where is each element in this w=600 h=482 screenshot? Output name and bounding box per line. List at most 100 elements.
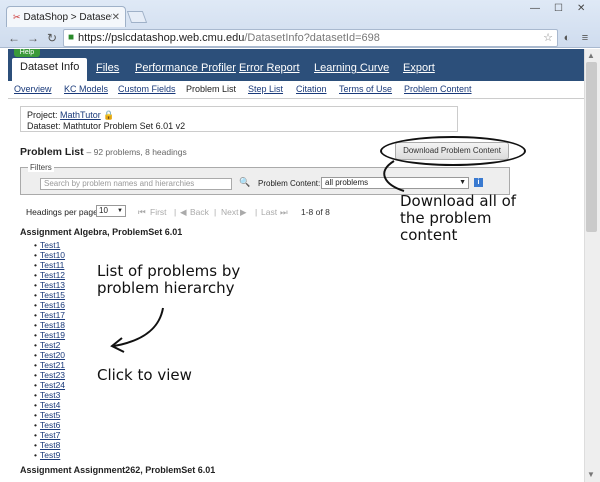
- back-icon[interactable]: ←: [6, 31, 22, 45]
- back-page-icon[interactable]: ◀: [180, 207, 187, 218]
- browser-chrome: ✂ DataShop > Dataset Info ✕ — ☐ ✕ ← → ↻ …: [0, 0, 600, 48]
- bookmark-star-icon[interactable]: ☆: [543, 31, 553, 44]
- tab-learning-curve[interactable]: Learning Curve: [314, 62, 389, 81]
- extension-icon[interactable]: ◐: [558, 32, 576, 44]
- maximize-icon[interactable]: ☐: [554, 3, 563, 14]
- problem-link[interactable]: Test2: [40, 340, 60, 350]
- subtab-problem-content[interactable]: Problem Content: [404, 84, 472, 94]
- subtab-citation[interactable]: Citation: [296, 84, 327, 94]
- list-item: Test9: [34, 450, 65, 460]
- list-item: Test18: [34, 320, 65, 330]
- tab-title: DataShop > Dataset Info: [23, 11, 112, 23]
- first-page-link[interactable]: First: [150, 207, 167, 217]
- list-item: Test1: [34, 240, 65, 250]
- dataset-name: Mathtutor Problem Set 6.01 v2: [63, 121, 186, 131]
- first-page-icon[interactable]: ⏮: [138, 207, 146, 218]
- headings-per-page-value: 10: [99, 206, 108, 215]
- tab-export[interactable]: Export: [403, 62, 435, 81]
- back-page-link[interactable]: Back: [190, 207, 209, 217]
- problem-link[interactable]: Test10: [40, 250, 65, 260]
- scrollbar-thumb[interactable]: [586, 62, 597, 232]
- tab-dataset-info[interactable]: Dataset Info: [12, 58, 88, 81]
- list-annotation: List of problems by problem hierarchy: [97, 263, 240, 297]
- url-host: https://pslcdatashop.web.cmu.edu: [78, 31, 245, 44]
- dataset-label: Dataset:: [27, 121, 61, 131]
- list-item: Test17: [34, 310, 65, 320]
- highlight-circle: [380, 136, 526, 166]
- list-item: Test6: [34, 420, 65, 430]
- problem-link[interactable]: Test3: [40, 390, 60, 400]
- problem-link[interactable]: Test20: [40, 350, 65, 360]
- problem-link[interactable]: Test11: [40, 260, 64, 270]
- problem-link[interactable]: Test6: [40, 420, 60, 430]
- datashop-favicon-icon: ✂: [13, 11, 21, 22]
- list-item: Test12: [34, 270, 65, 280]
- last-page-icon[interactable]: ⏭: [280, 207, 288, 218]
- menu-icon[interactable]: ≡: [576, 32, 594, 44]
- filters-legend: Filters: [28, 163, 54, 172]
- download-annotation: Download all of the problem content: [400, 193, 516, 244]
- scroll-down-icon[interactable]: ▼: [587, 470, 595, 479]
- subtab-step-list[interactable]: Step List: [248, 84, 283, 94]
- problem-list: Test1 Test10 Test11 Test12 Test13 Test15…: [34, 240, 65, 460]
- tab-error-report[interactable]: Error Report: [239, 62, 300, 81]
- scroll-up-icon[interactable]: ▲: [587, 51, 595, 60]
- problem-link[interactable]: Test17: [40, 310, 65, 320]
- problem-link[interactable]: Test16: [40, 300, 65, 310]
- new-tab-button[interactable]: [126, 11, 148, 23]
- list-item: Test23: [34, 370, 65, 380]
- group-heading: Assignment Algebra, ProblemSet 6.01: [20, 227, 183, 237]
- problem-link[interactable]: Test24: [40, 380, 65, 390]
- problem-content-label: Problem Content:: [258, 179, 321, 188]
- problem-link[interactable]: Test13: [40, 280, 65, 290]
- list-arrow: [113, 307, 164, 347]
- close-tab-icon[interactable]: ✕: [112, 12, 120, 23]
- list-item: Test11: [34, 260, 65, 270]
- info-icon[interactable]: i: [474, 178, 483, 187]
- problem-link[interactable]: Test18: [40, 320, 65, 330]
- project-row: Project: MathTutor 🔒: [27, 110, 451, 121]
- problem-link[interactable]: Test23: [40, 370, 65, 380]
- problem-link[interactable]: Test5: [40, 410, 60, 420]
- problem-link[interactable]: Test4: [40, 400, 60, 410]
- problem-search-input[interactable]: Search by problem names and hierarchies: [40, 178, 232, 190]
- tab-performance-profiler[interactable]: Performance Profiler: [135, 62, 236, 81]
- tab-files[interactable]: Files: [96, 62, 119, 81]
- list-item: Test3: [34, 390, 65, 400]
- close-window-icon[interactable]: ✕: [577, 3, 585, 14]
- project-link[interactable]: MathTutor: [60, 110, 101, 120]
- search-icon[interactable]: 🔍: [239, 177, 250, 188]
- subtab-kc-models[interactable]: KC Models: [64, 84, 108, 94]
- problem-link[interactable]: Test15: [40, 290, 65, 300]
- last-page-link[interactable]: Last: [261, 207, 277, 217]
- annotation-line: problem hierarchy: [97, 279, 235, 297]
- subtab-problem-list[interactable]: Problem List: [186, 84, 236, 94]
- next-page-icon[interactable]: ▶: [240, 207, 247, 218]
- subtab-terms-of-use[interactable]: Terms of Use: [339, 84, 392, 94]
- url-path: /DatasetInfo?datasetId=698: [244, 31, 380, 44]
- minimize-icon[interactable]: —: [530, 3, 540, 14]
- browser-tab[interactable]: ✂ DataShop > Dataset Info ✕: [6, 6, 126, 27]
- problem-link[interactable]: Test1: [40, 240, 60, 250]
- headings-per-page-select[interactable]: 10 ▼: [96, 205, 126, 217]
- address-bar[interactable]: ■ https://pslcdatashop.web.cmu.edu/Datas…: [63, 28, 558, 47]
- problem-link[interactable]: Test12: [40, 270, 65, 280]
- subtab-custom-fields[interactable]: Custom Fields: [118, 84, 176, 94]
- forward-icon[interactable]: →: [25, 31, 41, 45]
- lock-icon: 🔒: [103, 110, 115, 120]
- dataset-row: Dataset: Mathtutor Problem Set 6.01 v2: [27, 121, 451, 132]
- subtab-overview[interactable]: Overview: [14, 84, 52, 94]
- group-heading: Assignment Assignment262, ProblemSet 6.0…: [20, 465, 216, 475]
- help-tag[interactable]: Help: [14, 49, 40, 57]
- project-info-box: Project: MathTutor 🔒 Dataset: Mathtutor …: [20, 106, 458, 132]
- problem-link[interactable]: Test9: [40, 450, 60, 460]
- problem-link[interactable]: Test21: [40, 360, 65, 370]
- problem-link[interactable]: Test7: [40, 430, 60, 440]
- reload-icon[interactable]: ↻: [44, 31, 60, 45]
- problem-link[interactable]: Test8: [40, 440, 60, 450]
- list-item: Test10: [34, 250, 65, 260]
- chevron-down-icon: ▼: [117, 208, 123, 214]
- problem-content-select[interactable]: all problems ▼: [321, 177, 469, 189]
- problem-link[interactable]: Test19: [40, 330, 65, 340]
- next-page-link[interactable]: Next: [221, 207, 238, 217]
